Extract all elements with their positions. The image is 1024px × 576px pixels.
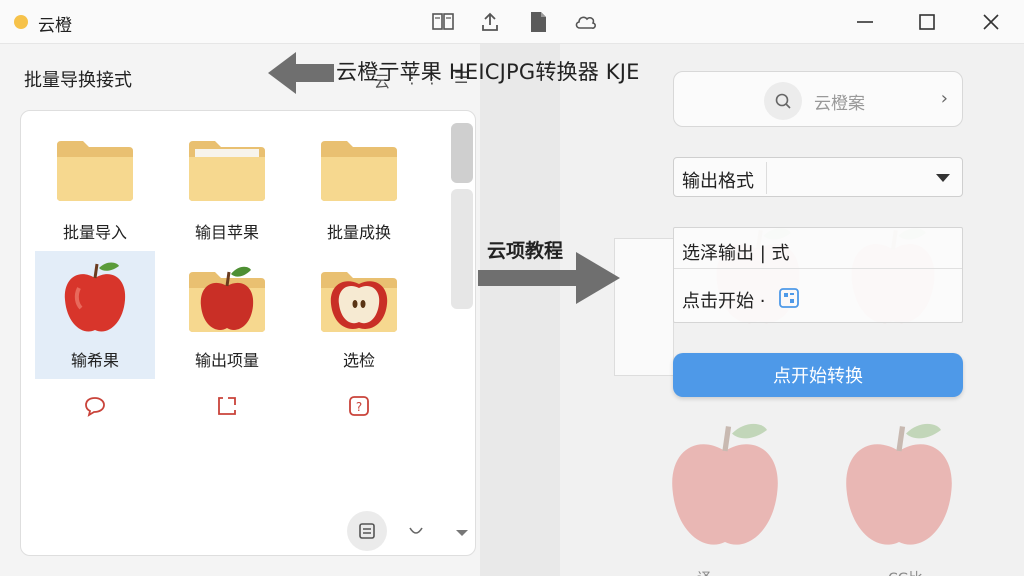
title-bar: 云橙 (0, 0, 1024, 44)
apple-icon (45, 255, 145, 341)
output-options-card[interactable]: 选泽输出 | 式 点击开始 · (673, 227, 963, 323)
settings-panel: 云橙案 › 输出格式 选泽输出 | 式 点击开始 · 点开始转换 -译 CG比 (560, 44, 1024, 576)
divider (674, 268, 962, 269)
help-icon[interactable]: ? (347, 394, 371, 418)
minimize-button[interactable] (850, 8, 880, 36)
tile-label: 输目苹果 (194, 223, 259, 242)
tile-batch-convert[interactable]: 批量成换 (299, 123, 419, 251)
svg-text:?: ? (356, 400, 362, 414)
chat-bubble-icon[interactable] (83, 394, 107, 418)
chevron-down-icon[interactable] (407, 523, 427, 543)
folder-icon (177, 127, 277, 213)
select-divider (766, 162, 767, 194)
cloud-search-card[interactable]: 云橙案 › (673, 71, 963, 127)
right-arrow-icon (478, 252, 620, 304)
maximize-button[interactable] (912, 8, 942, 36)
qr-icon[interactable] (778, 287, 800, 309)
batch-convert-panel: 批量导换接式 云 ⋮ ⋮ ☰ 批量导入 输目苹果 批量成换 输希果 输出项量 选… (0, 44, 480, 576)
output-format-label: 输出格式 (682, 171, 754, 192)
export-icon[interactable] (215, 394, 239, 418)
scroll-track[interactable] (451, 189, 473, 309)
click-to-start-text[interactable]: 点击开始 · (682, 287, 765, 313)
tile-output-apple[interactable]: 输希果 (35, 251, 155, 379)
caret-down-icon (936, 174, 950, 182)
panel-title: 批量导换接式 (24, 70, 132, 91)
close-button[interactable] (976, 8, 1006, 36)
bottom-caption: CG比 (888, 568, 923, 576)
select-output-format-text[interactable]: 选泽输出 | 式 (682, 239, 790, 265)
tile-label: 输出项量 (194, 351, 259, 370)
vertical-scrollbar[interactable] (451, 119, 473, 539)
background-apple-icon (672, 423, 778, 545)
file-grid: 批量导入 输目苹果 批量成换 输希果 输出项量 选检 ? (20, 110, 476, 556)
scroll-down-arrow-icon[interactable] (455, 529, 469, 537)
folder-apple-icon (177, 255, 277, 341)
left-arrow-icon (268, 52, 334, 94)
chevron-right-icon: › (940, 88, 948, 109)
cloud-icon[interactable] (574, 10, 598, 34)
tile-select[interactable]: 选检 (299, 251, 419, 379)
folder-icon (309, 127, 409, 213)
app-title: 云橙 (38, 16, 72, 36)
background-panel (614, 238, 674, 376)
search-icon (764, 82, 802, 120)
upload-icon[interactable] (478, 10, 502, 34)
scroll-thumb[interactable] (451, 123, 473, 183)
document-icon[interactable] (526, 10, 550, 34)
app-logo-icon (14, 15, 28, 29)
tile-batch-import[interactable]: 批量导入 (35, 123, 155, 251)
overlay-title: 云橙亍苹果 HEICJPG转换器 KJE (336, 60, 640, 84)
tile-label: 输希果 (70, 351, 119, 370)
background-apple-icon (846, 423, 952, 545)
folder-icon (45, 127, 145, 213)
output-format-select[interactable]: 输出格式 (673, 157, 963, 197)
search-text: 云橙案 (814, 94, 865, 114)
book-icon[interactable] (431, 10, 455, 34)
bottom-caption: -译 (692, 568, 711, 576)
tile-label: 批量成换 (326, 223, 391, 242)
folder-apple-half-icon (309, 255, 409, 341)
tile-label: 批量导入 (62, 223, 127, 242)
start-convert-button[interactable]: 点开始转换 (673, 353, 963, 397)
tile-input-apple[interactable]: 输目苹果 (167, 123, 287, 251)
tile-label: 选检 (342, 351, 375, 370)
convert-icon[interactable] (347, 511, 387, 551)
tile-output-quantity[interactable]: 输出项量 (167, 251, 287, 379)
